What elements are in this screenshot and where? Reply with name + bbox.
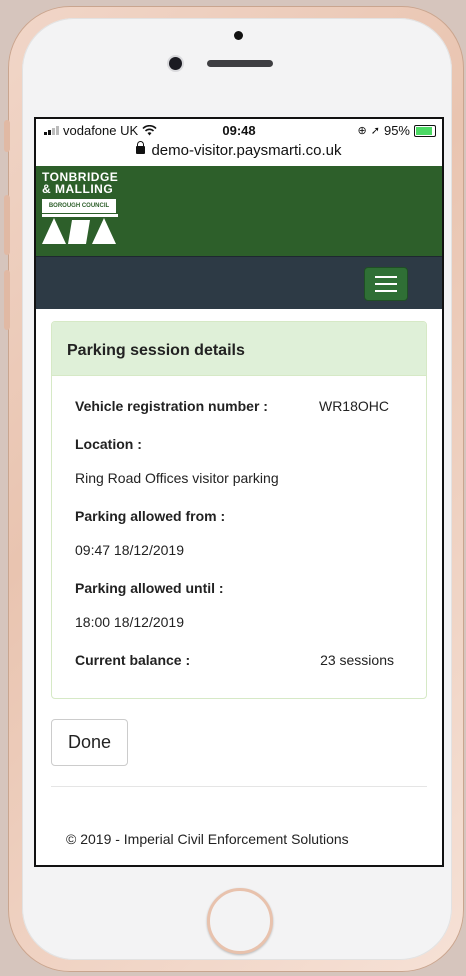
panel-title: Parking session details [52, 322, 426, 376]
balance-row: Current balance : 23 sessions [75, 652, 403, 668]
site-header: TONBRIDGE & MALLING BOROUGH COUNCIL [36, 166, 442, 256]
earpiece-speaker [207, 60, 273, 67]
battery-percent: 95% [383, 123, 410, 138]
location-arrow-icon: ➚ [370, 125, 380, 137]
hamburger-menu-icon[interactable] [364, 267, 408, 301]
balance-label: Current balance : [75, 652, 191, 668]
navbar [36, 256, 442, 309]
volume-down-button [4, 270, 10, 330]
vrn-label: Vehicle registration number : [75, 398, 268, 414]
balance-value: 23 sessions [320, 652, 394, 668]
volume-up-button [4, 195, 10, 255]
status-bar: vodafone UK 09:48 ⊕ ➚ 95% [36, 119, 442, 140]
vrn-row: Vehicle registration number : WR18OHC [75, 398, 403, 414]
rotation-lock-icon: ⊕ [357, 125, 367, 137]
location-label: Location : [75, 436, 142, 452]
url-bar[interactable]: demo-visitor.paysmarti.co.uk [36, 140, 442, 166]
until-label: Parking allowed until : [75, 580, 224, 596]
lock-icon [136, 141, 146, 155]
home-button[interactable] [207, 888, 273, 954]
vrn-value: WR18OHC [318, 398, 389, 414]
footer-copyright: © 2019 - Imperial Civil Enforcement Solu… [66, 831, 349, 847]
front-camera [169, 57, 182, 70]
main-content: Parking session details Vehicle registra… [36, 309, 442, 847]
from-label: Parking allowed from : [75, 508, 226, 524]
logo-emblem-icon [42, 214, 118, 244]
from-value: 09:47 18/12/2019 [75, 542, 184, 558]
location-value: Ring Road Offices visitor parking [75, 470, 279, 486]
url-text: demo-visitor.paysmarti.co.uk [151, 142, 342, 159]
battery-icon [414, 124, 436, 137]
proximity-sensor [234, 31, 243, 40]
parking-details-panel: Parking session details Vehicle registra… [51, 321, 427, 699]
logo-line-2: & MALLING [42, 182, 114, 196]
panel-body: Vehicle registration number : WR18OHC Lo… [52, 376, 426, 698]
council-logo[interactable]: TONBRIDGE & MALLING BOROUGH COUNCIL [42, 171, 118, 244]
phone-screen: vodafone UK 09:48 ⊕ ➚ 95% demo-visitor.p… [34, 117, 444, 867]
done-button[interactable]: Done [51, 719, 128, 766]
status-right: ⊕ ➚ 95% [358, 123, 436, 138]
until-value: 18:00 18/12/2019 [75, 614, 184, 630]
mute-switch [4, 120, 10, 152]
logo-line-3: BOROUGH COUNCIL [42, 199, 116, 213]
